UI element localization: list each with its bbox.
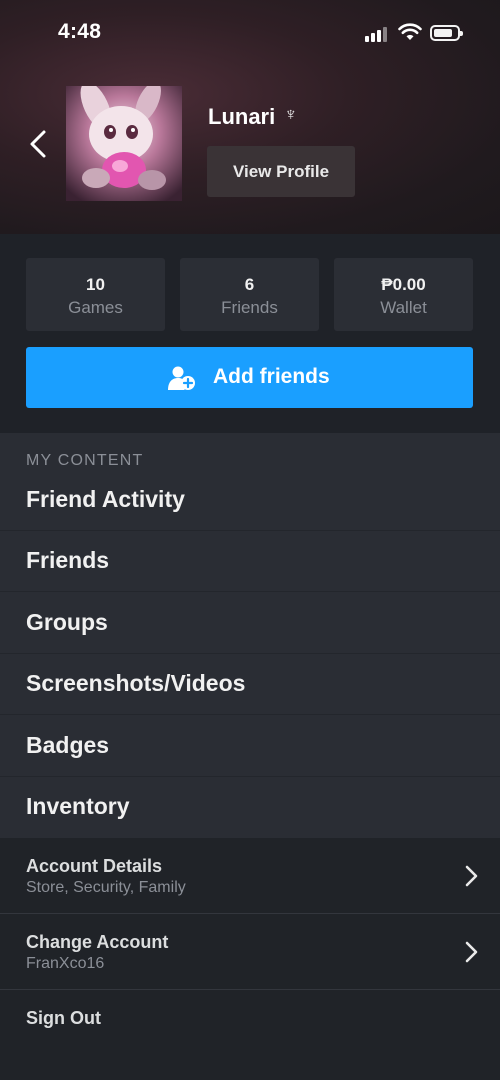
menu-item-friend-activity[interactable]: Friend Activity xyxy=(0,470,500,531)
wifi-icon xyxy=(398,23,422,40)
username: Lunari xyxy=(208,104,276,129)
change-account-subtitle: FranXco16 xyxy=(26,955,105,972)
add-friends-label: Add friends xyxy=(213,365,330,388)
chevron-right-icon xyxy=(465,941,478,963)
cellular-signal-icon xyxy=(365,27,389,42)
stats-section: 10 Games 6 Friends ₱0.00 Wallet Add frie… xyxy=(0,234,500,433)
menu-item-label: Friend Activity xyxy=(26,486,185,512)
friends-label: Friends xyxy=(221,298,278,317)
back-button[interactable] xyxy=(24,127,54,161)
games-count: 10 xyxy=(86,275,105,294)
menu-item-friends[interactable]: Friends xyxy=(0,531,500,592)
change-account-title: Change Account xyxy=(26,932,169,952)
battery-icon xyxy=(430,25,463,41)
menu-item-label: Friends xyxy=(26,547,110,573)
friends-count: 6 xyxy=(244,275,255,294)
menu-item-label: Inventory xyxy=(26,793,130,819)
profile-header: 4:48 Lunari ♆ View Profile xyxy=(0,0,500,234)
add-friends-button[interactable]: Add friends xyxy=(26,347,473,408)
account-details-button[interactable]: Account Details Store, Security, Family xyxy=(0,838,500,914)
wallet-label: Wallet xyxy=(380,298,427,317)
avatar[interactable] xyxy=(66,86,182,201)
view-profile-button[interactable]: View Profile xyxy=(207,146,355,197)
games-stat[interactable]: 10 Games xyxy=(26,258,165,331)
sign-out-button[interactable]: Sign Out xyxy=(0,990,500,1050)
games-label: Games xyxy=(68,298,123,317)
menu-item-screenshots-videos[interactable]: Screenshots/Videos xyxy=(0,654,500,715)
status-time: 4:48 xyxy=(58,20,102,43)
status-bar: 4:48 xyxy=(0,0,500,60)
menu-item-inventory[interactable]: Inventory xyxy=(0,777,500,838)
account-details-title: Account Details xyxy=(26,856,163,876)
menu-item-label: Badges xyxy=(26,732,110,758)
menu-item-groups[interactable]: Groups xyxy=(0,593,500,654)
avatar-image xyxy=(66,86,182,201)
my-content-section: MY CONTENT Friend Activity Friends Group… xyxy=(0,433,500,838)
wallet-stat[interactable]: ₱0.00 Wallet xyxy=(334,258,473,331)
friends-stat[interactable]: 6 Friends xyxy=(180,258,319,331)
chevron-right-icon xyxy=(465,865,478,887)
account-details-subtitle: Store, Security, Family xyxy=(26,879,186,896)
trident-icon: ♆ xyxy=(284,104,298,124)
sign-out-label: Sign Out xyxy=(26,1008,101,1028)
menu-item-badges[interactable]: Badges xyxy=(0,716,500,777)
menu-item-label: Screenshots/Videos xyxy=(26,670,246,696)
section-heading: MY CONTENT xyxy=(26,452,144,469)
wallet-balance: ₱0.00 xyxy=(381,275,426,294)
add-user-icon xyxy=(168,366,195,390)
menu-item-label: Groups xyxy=(26,609,108,635)
change-account-button[interactable]: Change Account FranXco16 xyxy=(0,914,500,990)
account-section: Account Details Store, Security, Family … xyxy=(0,838,500,1080)
view-profile-label: View Profile xyxy=(232,161,330,181)
